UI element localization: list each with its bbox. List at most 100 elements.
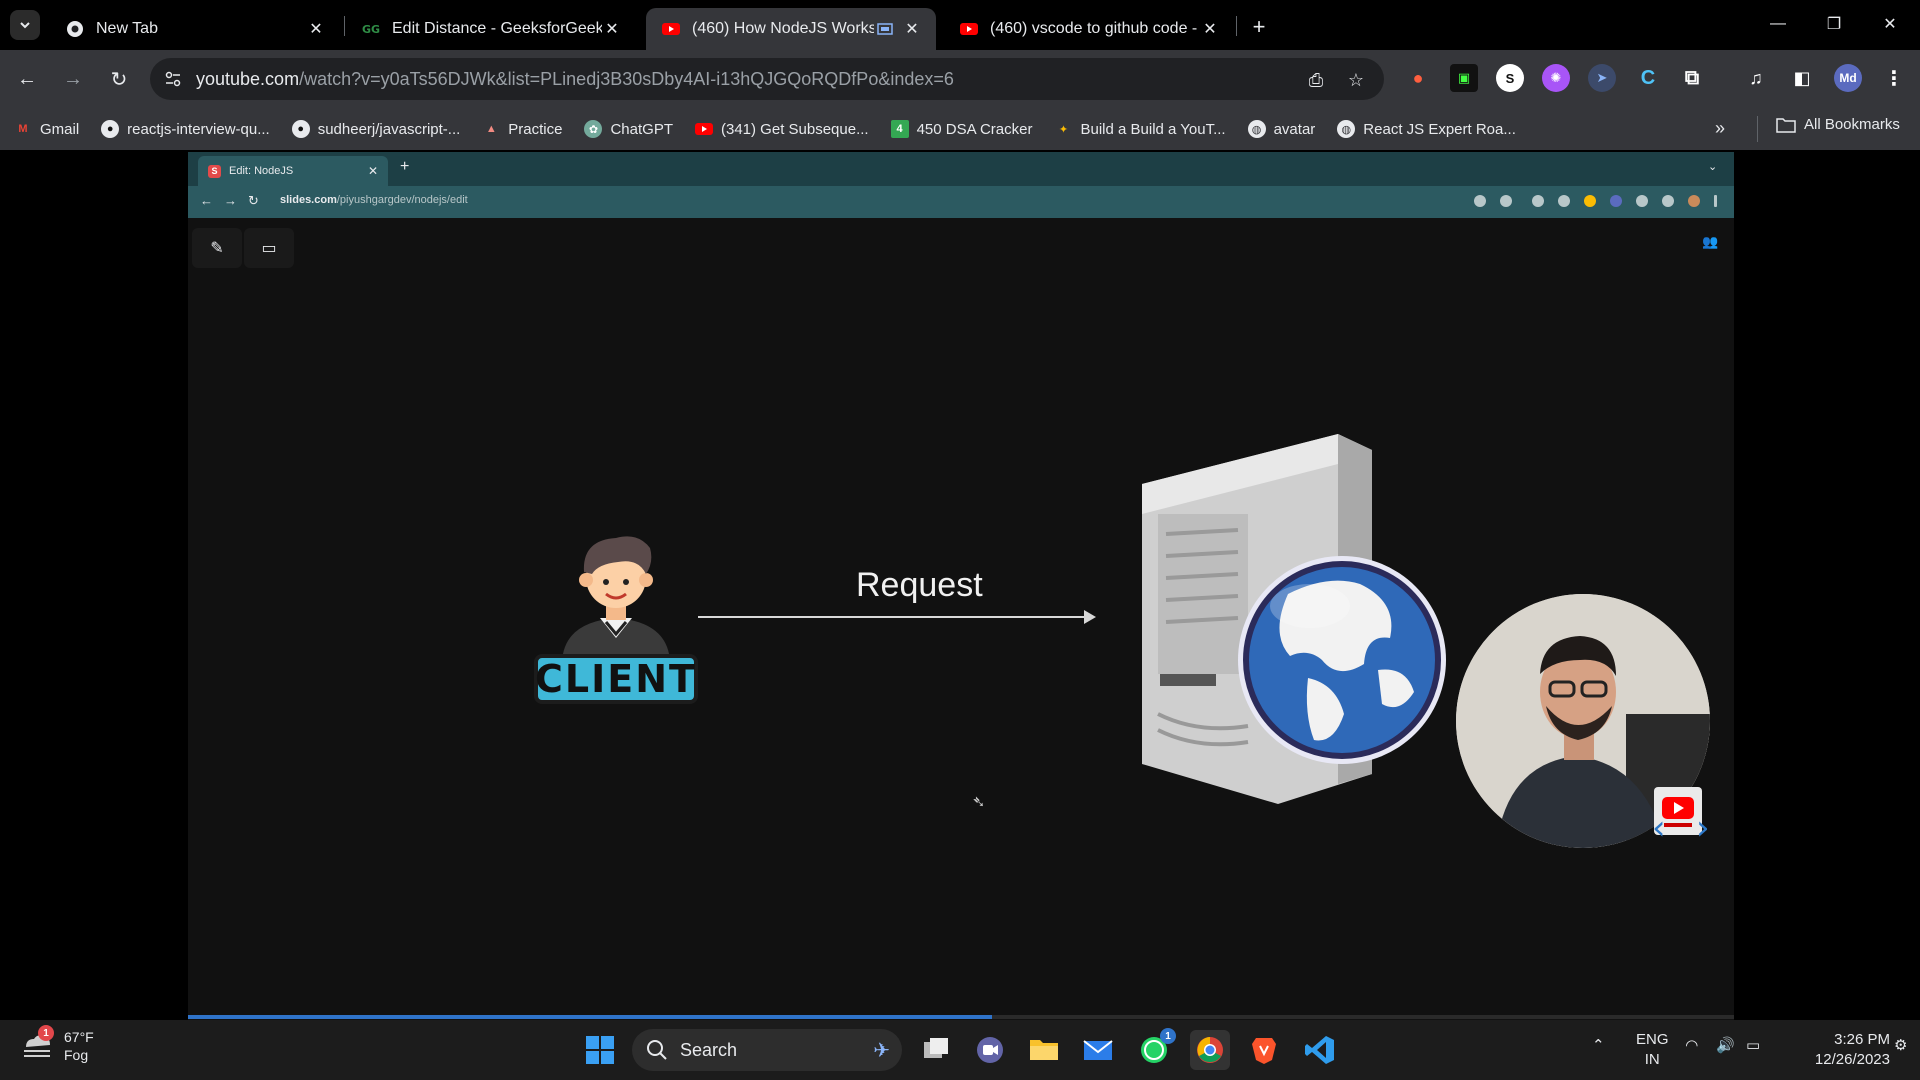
- file-explorer-button[interactable]: [1024, 1030, 1064, 1070]
- wifi-icon[interactable]: ◜◝: [1686, 1036, 1698, 1054]
- inner-url-host: slides.com: [280, 194, 337, 206]
- extensions-puzzle-icon[interactable]: ⧉: [1678, 64, 1706, 92]
- globe-icon: ◍: [1247, 120, 1266, 138]
- gmail-icon: M: [18, 123, 28, 135]
- clock[interactable]: 3:26 PM 12/26/2023: [1780, 1030, 1890, 1070]
- menu-kebab-icon[interactable]: ⋮: [1880, 64, 1908, 92]
- request-label: Request: [856, 566, 983, 604]
- folder-icon: [1776, 117, 1796, 133]
- extension-icon: [1610, 195, 1622, 207]
- battery-icon[interactable]: ▭: [1746, 1036, 1760, 1054]
- tab-how-nodejs-works[interactable]: (460) How NodeJS Works? - ✕: [646, 8, 936, 50]
- profile-avatar[interactable]: Md: [1834, 64, 1862, 92]
- close-window-button[interactable]: ✕: [1870, 8, 1910, 40]
- previous-slide-chevron-icon: ‹: [1652, 808, 1666, 848]
- bookmark-gmail[interactable]: M Gmail: [14, 120, 79, 138]
- close-icon: ✕: [367, 164, 378, 178]
- close-icon[interactable]: ✕: [1200, 19, 1220, 39]
- taskbar-search[interactable]: Search ✈: [632, 1029, 902, 1071]
- brave-button[interactable]: [1244, 1030, 1284, 1070]
- notification-bell-icon[interactable]: ⚙: [1894, 1036, 1907, 1054]
- clock-date: 12/26/2023: [1814, 1051, 1890, 1068]
- close-icon[interactable]: ✕: [306, 19, 326, 39]
- search-icon: [647, 1040, 667, 1060]
- avatar: [1688, 195, 1700, 207]
- weather-fog-icon: 1: [20, 1025, 54, 1063]
- tab-search-button[interactable]: [10, 10, 40, 40]
- dev-ext-icon[interactable]: ▣: [1450, 64, 1478, 92]
- chevron-up-icon[interactable]: ⌃: [1592, 1036, 1605, 1054]
- bookmark-sudheerj[interactable]: ● sudheerj/javascript-...: [291, 120, 460, 138]
- bookmark-chatgpt[interactable]: ✿ ChatGPT: [584, 120, 673, 138]
- record-ext-icon[interactable]: ●: [1404, 64, 1432, 92]
- tab-edit-distance[interactable]: GG Edit Distance - GeeksforGeeks ✕: [346, 8, 636, 50]
- video-progress-bar[interactable]: [188, 1015, 1734, 1019]
- minimize-button[interactable]: —: [1758, 8, 1798, 40]
- forward-icon: →: [224, 193, 237, 208]
- bookmark-450-dsa[interactable]: 4 450 DSA Cracker: [890, 120, 1033, 138]
- url-text[interactable]: youtube.com/watch?v=y0aTs56DJWk&list=PLi…: [196, 69, 954, 90]
- bookmarks-separator: [1757, 116, 1758, 142]
- bookmark-get-subsequence[interactable]: (341) Get Subseque...: [695, 120, 869, 138]
- install-app-icon[interactable]: ⎙: [1304, 68, 1328, 92]
- media-controls-icon[interactable]: ♫: [1742, 64, 1770, 92]
- restore-button[interactable]: ❐: [1814, 8, 1854, 40]
- inner-url: slides.com/piyushgargdev/nodejs/edit: [280, 194, 468, 206]
- tab-new-tab[interactable]: New Tab ✕: [50, 8, 340, 50]
- video-frame[interactable]: S Edit: NodeJS ✕ + ⌄ ← → ↻ slides.com/pi…: [188, 152, 1734, 1022]
- bookmark-avatar[interactable]: ◍ avatar: [1247, 120, 1316, 138]
- bookmark-build-youtube[interactable]: ✦ Build a Build a YouT...: [1054, 120, 1226, 138]
- brain-ext-icon[interactable]: ✺: [1542, 64, 1570, 92]
- extension-icon: [1532, 195, 1544, 207]
- request-arrow: [698, 616, 1094, 618]
- windows-start-button[interactable]: [580, 1030, 620, 1070]
- refresh-ext-icon[interactable]: C: [1634, 64, 1662, 92]
- tab-label: New Tab: [96, 20, 158, 37]
- more-bookmarks-chevron-icon[interactable]: »: [1715, 118, 1725, 139]
- mail-button[interactable]: [1078, 1030, 1118, 1070]
- plus-icon: +: [400, 158, 410, 175]
- chrome-taskbar-button[interactable]: [1190, 1030, 1230, 1070]
- forward-button[interactable]: →: [58, 64, 88, 94]
- new-tab-button[interactable]: +: [1245, 13, 1273, 41]
- address-bar[interactable]: youtube.com/watch?v=y0aTs56DJWk&list=PLi…: [150, 58, 1384, 100]
- teams-chat-button[interactable]: [970, 1030, 1010, 1070]
- server-globe-illustration: [1142, 434, 1446, 804]
- bookmark-label: 450 DSA Cracker: [916, 120, 1033, 138]
- site-settings-icon[interactable]: [164, 70, 182, 88]
- volume-icon[interactable]: 🔊: [1716, 1036, 1735, 1054]
- vscode-button[interactable]: [1300, 1030, 1340, 1070]
- youtube-icon: [695, 123, 713, 135]
- weather-widget[interactable]: 1 67°F Fog: [20, 1025, 94, 1064]
- tab-vscode-github[interactable]: (460) vscode to github code - Y ✕: [944, 8, 1234, 50]
- chevron-down-icon: ⌄: [1708, 161, 1718, 173]
- globe-icon: ◍: [1337, 120, 1356, 138]
- bookmark-label: React JS Expert Roa...: [1363, 120, 1516, 138]
- reload-icon: ↻: [248, 193, 259, 208]
- extension-icon: [1558, 195, 1570, 207]
- language-indicator[interactable]: ENG IN: [1636, 1030, 1669, 1070]
- bookmark-label: avatar: [1273, 120, 1316, 138]
- all-bookmarks-button[interactable]: All Bookmarks: [1776, 116, 1900, 133]
- close-icon[interactable]: ✕: [902, 19, 922, 39]
- tab-strip: New Tab ✕ GG Edit Distance - GeeksforGee…: [0, 0, 1920, 50]
- task-view-button[interactable]: [916, 1030, 956, 1070]
- bookmark-practice[interactable]: ▲ Practice: [482, 120, 563, 138]
- inner-tab-edit-nodejs: S Edit: NodeJS ✕: [198, 156, 388, 186]
- s-ext-icon[interactable]: S: [1496, 64, 1524, 92]
- cursor-ext-icon[interactable]: ➤: [1588, 64, 1616, 92]
- bookmark-reactjs-interview[interactable]: ● reactjs-interview-qu...: [101, 120, 270, 138]
- pencil-icon: ✎: [192, 228, 242, 268]
- svg-text:GG: GG: [362, 23, 380, 36]
- whatsapp-button[interactable]: 1: [1134, 1028, 1176, 1070]
- github-icon: ●: [101, 120, 120, 138]
- language-region: IN: [1644, 1051, 1660, 1068]
- side-panel-icon[interactable]: ◧: [1788, 64, 1816, 92]
- tab-label: (460) How NodeJS Works? -: [692, 20, 874, 37]
- present-icon: ▭: [244, 228, 294, 268]
- close-icon[interactable]: ✕: [602, 19, 622, 39]
- back-button[interactable]: ←: [12, 64, 42, 94]
- bookmark-react-roadmap[interactable]: ◍ React JS Expert Roa...: [1337, 120, 1516, 138]
- reload-button[interactable]: ↻: [104, 64, 134, 94]
- bookmark-star-icon[interactable]: ☆: [1344, 68, 1368, 92]
